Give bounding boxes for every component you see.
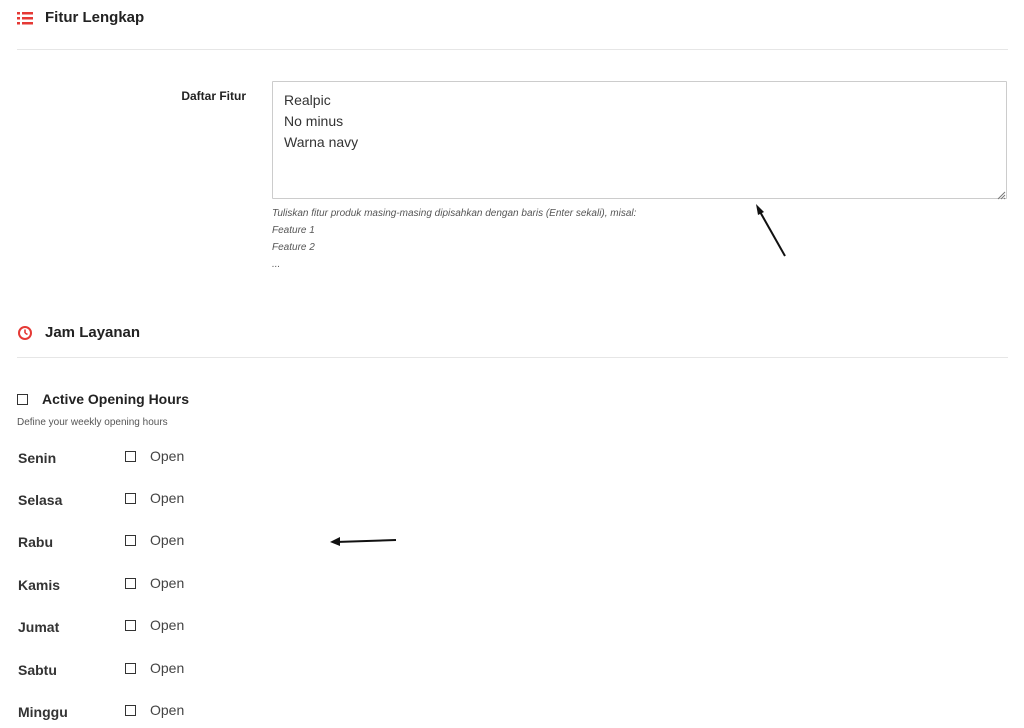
day-row-selasa: Selasa Open	[17, 490, 317, 510]
open-checkbox[interactable]	[125, 704, 136, 716]
open-label: Open	[150, 617, 185, 633]
day-name: Senin	[18, 450, 57, 466]
help-line: Tuliskan fitur produk masing-masing dipi…	[272, 208, 637, 219]
features-divider	[17, 49, 1008, 50]
help-line: ...	[272, 259, 281, 270]
active-opening-hours-label: Active Opening Hours	[42, 391, 190, 407]
define-hours-text: Define your weekly opening hours	[17, 417, 168, 428]
annotation-arrow-icon	[330, 537, 397, 546]
day-row-rabu: Rabu Open	[17, 532, 317, 552]
day-open-toggle[interactable]: Open	[125, 532, 184, 548]
day-open-toggle[interactable]: Open	[125, 448, 184, 464]
active-opening-hours-toggle[interactable]: Active Opening Hours	[17, 391, 189, 407]
open-checkbox[interactable]	[125, 577, 136, 589]
open-label: Open	[150, 702, 185, 718]
open-checkbox[interactable]	[125, 619, 136, 631]
day-open-toggle[interactable]: Open	[125, 490, 184, 506]
day-open-toggle[interactable]: Open	[125, 575, 184, 591]
day-row-jumat: Jumat Open	[17, 617, 317, 637]
day-name: Minggu	[18, 704, 68, 720]
open-checkbox[interactable]	[125, 450, 136, 462]
resize-handle-icon[interactable]	[996, 187, 1006, 200]
open-label: Open	[150, 490, 185, 506]
open-label: Open	[150, 660, 185, 676]
open-checkbox[interactable]	[125, 662, 136, 674]
day-row-senin: Senin Open	[17, 448, 317, 468]
open-label: Open	[150, 532, 185, 548]
day-open-toggle[interactable]: Open	[125, 617, 184, 633]
day-open-toggle[interactable]: Open	[125, 702, 184, 718]
feature-help-text: Tuliskan fitur produk masing-masing dipi…	[272, 205, 636, 273]
day-open-toggle[interactable]: Open	[125, 660, 184, 676]
open-checkbox[interactable]	[125, 534, 136, 546]
active-opening-hours-checkbox[interactable]	[17, 393, 28, 405]
open-label: Open	[150, 575, 185, 591]
open-checkbox[interactable]	[125, 492, 136, 504]
list-icon	[17, 10, 33, 26]
hours-section-title: Jam Layanan	[17, 324, 140, 341]
feature-list-label: Daftar Fitur	[181, 89, 246, 103]
day-row-kamis: Kamis Open	[17, 575, 317, 595]
features-title-text: Fitur Lengkap	[45, 9, 145, 26]
day-name: Kamis	[18, 577, 61, 593]
help-line: Feature 2	[272, 242, 315, 253]
day-name: Jumat	[18, 619, 60, 635]
open-label: Open	[150, 448, 185, 464]
day-row-minggu: Minggu Open	[17, 702, 317, 722]
day-row-sabtu: Sabtu Open	[17, 660, 317, 680]
features-section-title: Fitur Lengkap	[17, 9, 144, 26]
annotation-arrow-icon	[756, 204, 786, 257]
day-name: Sabtu	[18, 662, 57, 678]
clock-icon	[17, 325, 33, 341]
hours-divider	[17, 357, 1008, 358]
day-name: Selasa	[18, 492, 63, 508]
feature-list-textarea[interactable]: Realpic No minus Warna navy	[272, 81, 1007, 199]
day-name: Rabu	[18, 534, 53, 550]
help-line: Feature 1	[272, 225, 315, 236]
hours-title-text: Jam Layanan	[45, 324, 141, 341]
